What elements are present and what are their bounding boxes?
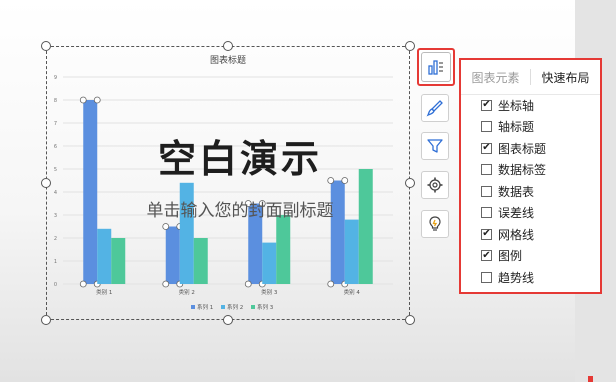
slide-title[interactable]: 空白演示: [110, 128, 370, 183]
option-row[interactable]: 趋势线: [481, 269, 534, 285]
option-checkbox[interactable]: [481, 185, 492, 197]
lightbulb-icon: [429, 216, 441, 231]
chart-elements-panel: 图表元素 快速布局 ✔ 坐标轴轴标题 ✔ 图表标题数据标签数据表误差线 ✔ 网格线 ✔ 图例趋…: [459, 58, 602, 294]
legend-swatch: [251, 305, 255, 309]
option-row[interactable]: 误差线: [481, 205, 534, 221]
option-label: 图表标题: [498, 141, 547, 156]
x-tick-label: 类别 4: [344, 288, 361, 296]
option-checkbox[interactable]: ✔: [481, 228, 492, 240]
option-label: 网格线: [498, 227, 535, 242]
resize-handle-top[interactable]: [223, 41, 233, 51]
x-tick-label: 类别 1: [96, 288, 112, 296]
bar-selection-handle: [93, 96, 101, 104]
y-tick-label: 0: [54, 282, 57, 288]
option-label: 趋势线: [498, 270, 535, 285]
x-tick-label: 类别 2: [179, 288, 195, 296]
bar-selection-handle: [244, 280, 252, 288]
y-tick-label: 4: [54, 190, 57, 196]
brush-icon: [426, 100, 443, 117]
bar-selection-handle: [79, 280, 87, 288]
panel-tabs: 图表元素 快速布局: [461, 60, 600, 95]
bar: [97, 228, 112, 284]
chart-settings-button[interactable]: [421, 171, 449, 199]
bar: [262, 242, 277, 284]
resize-handle-bottom-left[interactable]: [41, 315, 51, 325]
option-label: 坐标轴: [498, 98, 535, 113]
option-label: 数据标签: [498, 163, 547, 177]
bar-chart-icon: [428, 60, 443, 75]
option-row[interactable]: ✔ 网格线: [481, 226, 534, 242]
gear-icon: [427, 177, 443, 193]
y-tick-label: 7: [54, 121, 57, 127]
option-row[interactable]: 数据表: [481, 183, 534, 199]
y-tick-label: 1: [54, 259, 57, 265]
option-label: 图例: [498, 249, 523, 263]
y-tick-label: 6: [54, 144, 57, 150]
option-label: 轴标题: [498, 120, 535, 134]
resize-handle-bottom-right[interactable]: [405, 315, 415, 325]
option-row[interactable]: 轴标题: [481, 119, 534, 135]
option-checkbox[interactable]: [481, 207, 492, 218]
option-label: 误差线: [498, 206, 535, 220]
filter-icon: [427, 139, 443, 153]
chart-title: 图表标题: [210, 54, 246, 66]
tab-chart-elements[interactable]: 图表元素: [461, 69, 530, 86]
legend-label: 系列 2: [227, 303, 243, 311]
legend-label: 系列 3: [257, 303, 274, 311]
x-tick-label: 类别 3: [261, 288, 278, 296]
legend-label: 系列 1: [197, 303, 213, 311]
bar: [358, 169, 373, 284]
bar: [83, 100, 98, 284]
bottom-indicator: [588, 376, 593, 382]
option-row[interactable]: ✔ 图例: [481, 248, 522, 264]
y-tick-label: 8: [54, 98, 57, 104]
bar-selection-handle: [162, 280, 170, 288]
slide-subtitle[interactable]: 单击输入您的封面副标题: [110, 196, 370, 221]
y-tick-label: 9: [54, 75, 57, 81]
bar-selection-handle: [327, 280, 335, 288]
option-checkbox[interactable]: [481, 271, 492, 283]
y-tick-label: 5: [54, 167, 57, 173]
bar: [344, 219, 359, 284]
resize-handle-top-left[interactable]: [41, 41, 51, 51]
option-checkbox[interactable]: [481, 121, 492, 132]
option-label: 数据表: [498, 184, 535, 199]
y-tick-label: 2: [54, 236, 57, 242]
option-row[interactable]: ✔ 图表标题: [481, 140, 546, 156]
bar: [165, 226, 180, 284]
resize-handle-bottom[interactable]: [223, 315, 233, 325]
bar-selection-handle: [162, 223, 170, 230]
chart-elements-button[interactable]: [417, 48, 455, 86]
resize-handle-right[interactable]: [405, 178, 415, 188]
option-checkbox[interactable]: ✔: [481, 99, 492, 111]
option-checkbox[interactable]: ✔: [481, 250, 492, 261]
option-checkbox[interactable]: ✔: [481, 142, 492, 154]
option-row[interactable]: ✔ 坐标轴: [481, 97, 534, 113]
chart-filter-button[interactable]: [421, 132, 449, 160]
tab-quick-layout[interactable]: 快速布局: [531, 69, 600, 86]
chart-frame[interactable]: 图表标题 0 1 2 3 4 5 6 7 8 9 类别 1 类别 2 类别 3 类别 4 系列 1 系列 2 系列…: [46, 46, 410, 320]
bar-chart: 图表标题 0 1 2 3 4 5 6 7 8 9 类别 1 类别 2 类别 3 类别 4 系列 1 系列 2 系列…: [54, 54, 393, 311]
resize-handle-top-right[interactable]: [405, 41, 415, 51]
chart-style-button[interactable]: [421, 94, 449, 122]
legend-swatch: [221, 305, 225, 309]
bar-selection-handle: [79, 96, 87, 104]
bar: [111, 238, 126, 284]
y-tick-label: 3: [54, 213, 57, 219]
chart-tips-button[interactable]: [421, 210, 449, 238]
resize-handle-left[interactable]: [41, 178, 51, 188]
bar: [193, 238, 208, 284]
option-checkbox[interactable]: [481, 164, 492, 175]
option-row[interactable]: 数据标签: [481, 162, 546, 178]
bar: [276, 215, 291, 284]
legend-swatch: [191, 305, 195, 309]
